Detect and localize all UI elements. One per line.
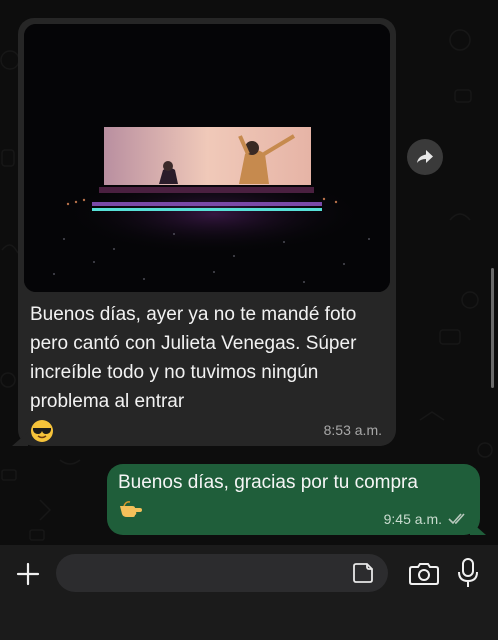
incoming-timestamp: 8:53 a.m. xyxy=(323,422,382,438)
read-double-check-icon xyxy=(448,513,465,525)
outgoing-time: 9:45 a.m. xyxy=(383,511,442,527)
concert-photo[interactable] xyxy=(24,24,390,292)
outgoing-timestamp: 9:45 a.m. xyxy=(384,511,468,527)
concert-photo-image xyxy=(24,24,390,292)
pointing-hand-emoji xyxy=(120,501,142,517)
forward-button[interactable] xyxy=(407,139,443,175)
microphone-icon[interactable] xyxy=(458,557,478,589)
sticker-icon[interactable] xyxy=(352,562,374,584)
message-input[interactable] xyxy=(56,554,388,592)
forward-icon xyxy=(417,150,433,163)
outgoing-message[interactable]: Buenos días, gracias por tu compra 9:45 … xyxy=(107,464,486,535)
camera-icon[interactable] xyxy=(409,560,439,586)
plus-icon xyxy=(16,562,40,586)
message-composer xyxy=(0,545,498,640)
incoming-message[interactable]: Buenos días, ayer ya no te mandé foto pe… xyxy=(12,18,396,446)
sunglasses-face-emoji xyxy=(31,419,53,442)
attach-button[interactable] xyxy=(14,560,42,588)
scrollbar[interactable] xyxy=(491,268,494,388)
chat-area[interactable]: Buenos días, ayer ya no te mandé foto pe… xyxy=(0,0,498,545)
previous-message-edge xyxy=(0,0,498,14)
